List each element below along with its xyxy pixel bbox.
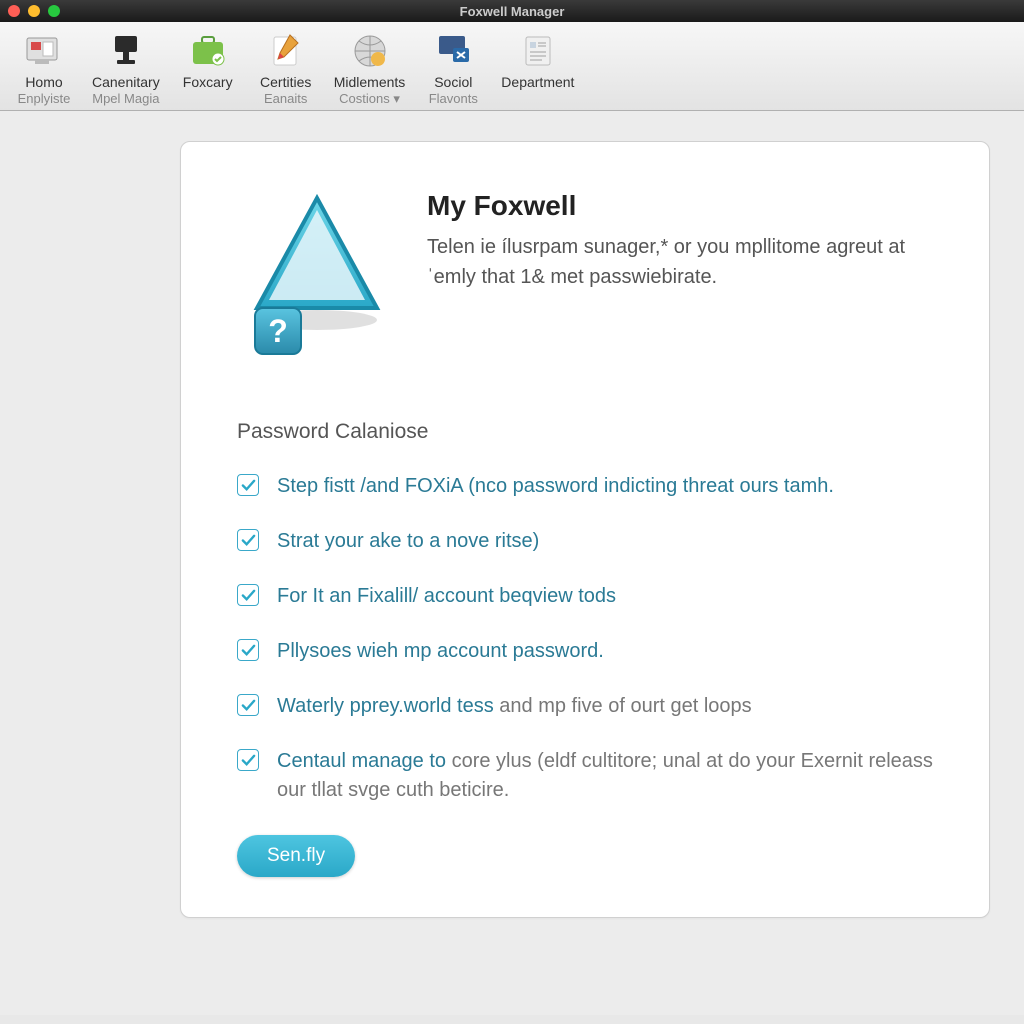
toolbar-midlements[interactable]: Midlements Costions ▾ xyxy=(334,30,406,106)
toolbar-label: Certities xyxy=(260,74,311,91)
main-card: ? My Foxwell Telen ie ílusrpam sunager,*… xyxy=(180,141,990,918)
action-row: Sen.fly xyxy=(237,835,933,877)
zoom-window-button[interactable] xyxy=(48,5,60,17)
hero-section: ? My Foxwell Telen ie ílusrpam sunager,*… xyxy=(237,190,933,360)
check-item: Strat your ake to a nove ritse) xyxy=(237,527,933,556)
home-icon xyxy=(23,30,65,72)
check-text: Centaul manage to core ylus (eldf cultit… xyxy=(277,747,933,805)
senfly-button[interactable]: Sen.fly xyxy=(237,835,355,877)
toolbar-sublabel: Enplyiste xyxy=(18,91,71,107)
check-item: For It an Fixalill/ account beqview tods xyxy=(237,582,933,611)
toolbar-sociol[interactable]: Sociol Flavonts xyxy=(423,30,483,106)
svg-text:?: ? xyxy=(268,313,288,349)
section-title: Password Calaniose xyxy=(237,420,933,444)
check-item: Step fistt /and FOXiA (nco password indi… xyxy=(237,472,933,501)
check-text: Strat your ake to a nove ritse) xyxy=(277,527,539,556)
hero-text: My Foxwell Telen ie ílusrpam sunager,* o… xyxy=(427,190,933,292)
hero-title: My Foxwell xyxy=(427,190,933,222)
toolbar-sublabel: Eanaits xyxy=(264,91,307,107)
briefcase-icon xyxy=(187,30,229,72)
toolbar-department[interactable]: Department xyxy=(501,30,574,106)
check-text: For It an Fixalill/ account beqview tods xyxy=(277,582,616,611)
toolbar-label: Homo xyxy=(25,74,62,91)
content-area: ? My Foxwell Telen ie ílusrpam sunager,*… xyxy=(0,111,1024,1015)
close-window-button[interactable] xyxy=(8,5,20,17)
toolbar: Homo Enplyiste Canenitary Mpel Magia Fox… xyxy=(0,22,1024,111)
check-text: Waterly pprey.world tess and mp five of … xyxy=(277,692,752,721)
toolbar-sublabel: Mpel Magia xyxy=(92,91,159,107)
check-item: Pllysoes wieh mp account password. xyxy=(237,637,933,666)
toolbar-certities[interactable]: Certities Eanaits xyxy=(256,30,316,106)
minimize-window-button[interactable] xyxy=(28,5,40,17)
toolbar-label: Midlements xyxy=(334,74,406,91)
toolbar-label: Sociol xyxy=(434,74,472,91)
check-item: Waterly pprey.world tess and mp five of … xyxy=(237,692,933,721)
check-text: Pllysoes wieh mp account password. xyxy=(277,637,604,666)
hero-subtitle: Telen ie ílusrpam sunager,* or you mplli… xyxy=(427,232,933,292)
foxwell-triangle-icon: ? xyxy=(237,190,387,360)
toolbar-home[interactable]: Homo Enplyiste xyxy=(14,30,74,106)
checkbox-checked-icon[interactable] xyxy=(237,474,259,496)
window-titlebar: Foxwell Manager xyxy=(0,0,1024,22)
toolbar-canenitary[interactable]: Canenitary Mpel Magia xyxy=(92,30,160,106)
pencil-icon xyxy=(265,30,307,72)
window-title: Foxwell Manager xyxy=(460,4,565,19)
checkbox-checked-icon[interactable] xyxy=(237,749,259,771)
traffic-lights xyxy=(8,5,60,17)
toolbar-foxcary[interactable]: Foxcary xyxy=(178,30,238,106)
checkbox-checked-icon[interactable] xyxy=(237,584,259,606)
toolbar-label: Department xyxy=(501,74,574,91)
toolbar-label: Canenitary xyxy=(92,74,160,91)
monitor-icon xyxy=(105,30,147,72)
checkbox-checked-icon[interactable] xyxy=(237,694,259,716)
globe-icon xyxy=(349,30,391,72)
toolbar-label: Foxcary xyxy=(183,74,233,91)
check-text: Step fistt /and FOXiA (nco password indi… xyxy=(277,472,834,501)
toolbar-sublabel: Costions ▾ xyxy=(339,91,400,107)
checkbox-checked-icon[interactable] xyxy=(237,639,259,661)
document-icon xyxy=(517,30,559,72)
display-x-icon xyxy=(432,30,474,72)
checkbox-checked-icon[interactable] xyxy=(237,529,259,551)
toolbar-sublabel: Flavonts xyxy=(429,91,478,107)
password-checklist: Step fistt /and FOXiA (nco password indi… xyxy=(237,472,933,805)
check-item: Centaul manage to core ylus (eldf cultit… xyxy=(237,747,933,805)
